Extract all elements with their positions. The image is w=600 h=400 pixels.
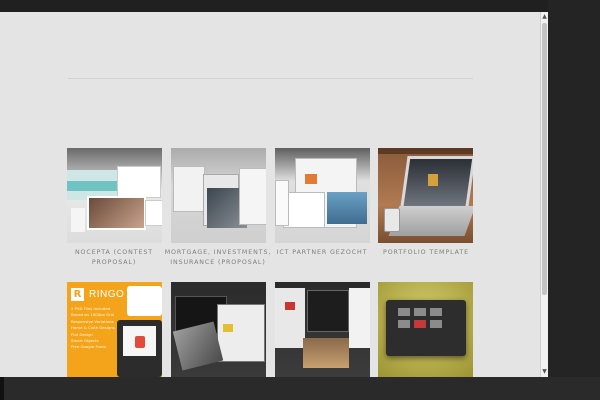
portfolio-item-dark-layout[interactable] [171, 282, 266, 377]
portfolio-item-portfolio-template[interactable] [378, 148, 473, 243]
thumb-screen [127, 286, 162, 316]
portfolio-item-site-showcase[interactable] [275, 282, 370, 377]
scroll-up-arrow-icon[interactable]: ▲ [541, 12, 548, 22]
ringo-feature-line: Free Google Fonts [71, 344, 106, 350]
browser-top-edge [0, 0, 600, 12]
thumb-widget [414, 320, 426, 328]
thumb-widget [398, 320, 410, 328]
thumb-screen [275, 288, 305, 348]
thumb-screen [217, 304, 265, 362]
ringo-features: 2 PSD Files Included Based on 1000px Gri… [71, 306, 115, 351]
thumb-photo [303, 338, 349, 368]
thumb-screen [307, 290, 349, 332]
thumb-screen [283, 192, 325, 228]
thumb-phone [384, 208, 400, 232]
portfolio-item-mortgage[interactable] [171, 148, 266, 243]
thumb-screen [173, 166, 205, 212]
thumb-logo-block [305, 174, 317, 184]
section-divider [68, 78, 473, 79]
scroll-down-arrow-icon[interactable]: ▼ [541, 367, 548, 377]
page-viewport: NOCEPTA (CONTEST PROPOSAL) MORTGAGE, INV… [0, 12, 540, 377]
thumb-screen [349, 288, 370, 348]
thumb-widget [414, 308, 426, 316]
thumb-yellow-block [223, 324, 233, 332]
portfolio-caption[interactable]: MORTGAGE, INVESTMENTS, INSURANCE (PROPOS… [163, 248, 273, 267]
thumb-photo [87, 196, 146, 230]
thumb-widget [398, 308, 410, 316]
thumb-wood [378, 148, 473, 154]
thumb-red-block [285, 302, 295, 310]
portfolio-caption[interactable]: PORTFOLIO TEMPLATE [371, 248, 481, 258]
thumb-screen [239, 168, 266, 225]
thumb-widget [430, 308, 442, 316]
bottom-bar-edge [0, 377, 4, 400]
thumb-screen [117, 166, 161, 198]
vertical-scrollbar[interactable]: ▲ ▼ [540, 12, 548, 377]
bottom-bar [0, 377, 600, 400]
thumb-image [327, 192, 367, 224]
thumb-phone [275, 180, 289, 226]
ringo-feature-line: Based on 1000px Grid [71, 312, 115, 318]
thumb-laptop-keyboard [388, 206, 473, 236]
thumb-sidebar [71, 208, 85, 232]
portfolio-item-dashboard[interactable] [378, 282, 473, 377]
ringo-feature-line: Home & Cloth Designs [71, 325, 115, 331]
thumb-screen-small [145, 200, 162, 226]
portfolio-item-ringo[interactable]: R RINGO 2 PSD Files Included Based on 10… [67, 282, 162, 377]
portfolio-item-ict-partner[interactable] [275, 148, 370, 243]
portfolio-item-nocepta[interactable] [67, 148, 162, 243]
thumb-tower [428, 174, 438, 186]
thumb-widget [430, 320, 442, 328]
thumb-chair [135, 336, 145, 348]
ringo-logo-icon: R [71, 288, 84, 301]
desktop-background [548, 0, 600, 400]
scrollbar-thumb[interactable] [542, 23, 547, 295]
ringo-title: RINGO [89, 289, 125, 300]
portfolio-caption[interactable]: NOCEPTA (CONTEST PROPOSAL) [59, 248, 169, 267]
portfolio-caption[interactable]: ICT PARTNER GEZOCHT [267, 248, 377, 258]
